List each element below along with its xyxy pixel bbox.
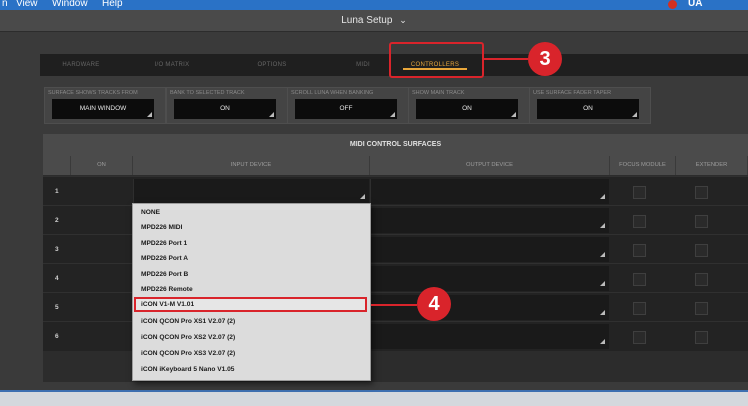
- table-row: 1: [43, 176, 748, 206]
- menu-item-view[interactable]: View: [16, 0, 38, 9]
- column-header-index: [43, 156, 71, 175]
- row-number: 5: [55, 304, 59, 311]
- setting-label: SHOW MAIN TRACK: [412, 90, 465, 96]
- output-device-select[interactable]: [370, 179, 609, 204]
- callout-highlight-controllers: [389, 42, 484, 78]
- extender-checkbox[interactable]: [695, 244, 708, 257]
- show-main-track-select[interactable]: ON: [415, 98, 519, 120]
- dropdown-triangle-icon: [600, 281, 605, 286]
- menu-item-help[interactable]: Help: [102, 0, 123, 9]
- column-header-extender: EXTENDER: [676, 156, 748, 175]
- extender-checkbox[interactable]: [695, 331, 708, 344]
- dropdown-triangle-icon: [600, 252, 605, 257]
- focus-module-checkbox[interactable]: [633, 186, 646, 199]
- output-device-select[interactable]: [370, 295, 609, 320]
- focus-module-checkbox[interactable]: [633, 244, 646, 257]
- setting-label: SURFACE SHOWS TRACKS FROM: [48, 90, 138, 96]
- extender-checkbox[interactable]: [695, 302, 708, 315]
- surface-shows-tracks-select[interactable]: MAIN WINDOW: [51, 98, 155, 120]
- column-header-on: ON: [71, 156, 133, 175]
- row-number: 4: [55, 275, 59, 282]
- focus-module-checkbox[interactable]: [633, 215, 646, 228]
- dropdown-option-icon-v1-m[interactable]: iCON V1-M V1.01: [141, 301, 194, 308]
- tab-io-matrix[interactable]: I/O MATRIX: [122, 54, 222, 76]
- row-number: 3: [55, 246, 59, 253]
- callout-line-4: [371, 304, 417, 306]
- menu-bar: n View Window Help UA: [0, 0, 748, 10]
- extender-checkbox[interactable]: [695, 215, 708, 228]
- luna-setup-panel: HARDWARE I/O MATRIX OPTIONS MIDI CONTROL…: [0, 32, 748, 390]
- extender-checkbox[interactable]: [695, 186, 708, 199]
- dropdown-option-ikeyboard-5-nano[interactable]: iCON iKeyboard 5 Nano V1.05: [141, 366, 234, 373]
- dropdown-option-qcon-xs3[interactable]: iCON QCON Pro XS3 V2.07 (2): [141, 350, 235, 357]
- menu-item-window[interactable]: Window: [52, 0, 88, 9]
- dropdown-option-mpd226-port-a[interactable]: MPD226 Port A: [141, 255, 188, 262]
- input-device-dropdown-menu: NONE MPD226 MIDI MPD226 Port 1 MPD226 Po…: [132, 203, 371, 381]
- setting-label: SCROLL LUNA WHEN BANKING: [291, 90, 374, 96]
- setting-label: USE SURFACE FADER TAPER: [533, 90, 612, 96]
- row-number: 2: [55, 217, 59, 224]
- dropdown-option-mpd226-midi[interactable]: MPD226 MIDI: [141, 224, 182, 231]
- setting-label: BANK TO SELECTED TRACK: [170, 90, 245, 96]
- use-surface-fader-select[interactable]: ON: [536, 98, 640, 120]
- window-title: Luna Setup: [341, 15, 393, 26]
- menu-item-app[interactable]: n: [2, 0, 8, 9]
- extender-checkbox[interactable]: [695, 273, 708, 286]
- ua-icon[interactable]: [668, 0, 677, 9]
- dropdown-option-mpd226-port-1[interactable]: MPD226 Port 1: [141, 240, 187, 247]
- window-titlebar: Luna Setup ⌄: [0, 10, 748, 32]
- row-number: 1: [55, 188, 59, 195]
- tab-hardware[interactable]: HARDWARE: [40, 54, 122, 76]
- column-header-input-device: INPUT DEVICE: [133, 156, 370, 175]
- dropdown-option-qcon-xs2[interactable]: iCON QCON Pro XS2 V2.07 (2): [141, 334, 235, 341]
- dropdown-triangle-icon: [600, 339, 605, 344]
- column-header-focus-module: FOCUS MODULE: [610, 156, 676, 175]
- callout-badge-4: 4: [417, 287, 451, 321]
- scroll-luna-select[interactable]: OFF: [294, 98, 398, 120]
- column-header-output-device: OUTPUT DEVICE: [370, 156, 610, 175]
- output-device-select[interactable]: [370, 266, 609, 291]
- callout-badge-3: 3: [528, 42, 562, 76]
- dropdown-triangle-icon: [360, 194, 365, 199]
- output-device-select[interactable]: [370, 237, 609, 262]
- output-device-select[interactable]: [370, 324, 609, 349]
- dropdown-option-mpd226-port-b[interactable]: MPD226 Port B: [141, 271, 188, 278]
- dropdown-triangle-icon: [600, 223, 605, 228]
- dropdown-option-none[interactable]: NONE: [141, 209, 160, 216]
- focus-module-checkbox[interactable]: [633, 273, 646, 286]
- dropdown-option-mpd226-remote[interactable]: MPD226 Remote: [141, 286, 193, 293]
- focus-module-checkbox[interactable]: [633, 302, 646, 315]
- ua-menu-label[interactable]: UA: [688, 0, 702, 9]
- row-number: 6: [55, 333, 59, 340]
- bank-to-selected-select[interactable]: ON: [173, 98, 277, 120]
- dropdown-option-qcon-xs1[interactable]: iCON QCON Pro XS1 V2.07 (2): [141, 318, 235, 325]
- dropdown-triangle-icon: [600, 194, 605, 199]
- tab-options[interactable]: OPTIONS: [222, 54, 322, 76]
- chevron-down-icon[interactable]: ⌄: [399, 15, 407, 25]
- callout-line-3: [482, 58, 528, 60]
- output-device-select[interactable]: [370, 208, 609, 233]
- focus-module-checkbox[interactable]: [633, 331, 646, 344]
- dropdown-triangle-icon: [600, 310, 605, 315]
- input-device-select[interactable]: [133, 179, 369, 204]
- midi-section-title: MIDI CONTROL SURFACES: [43, 134, 748, 156]
